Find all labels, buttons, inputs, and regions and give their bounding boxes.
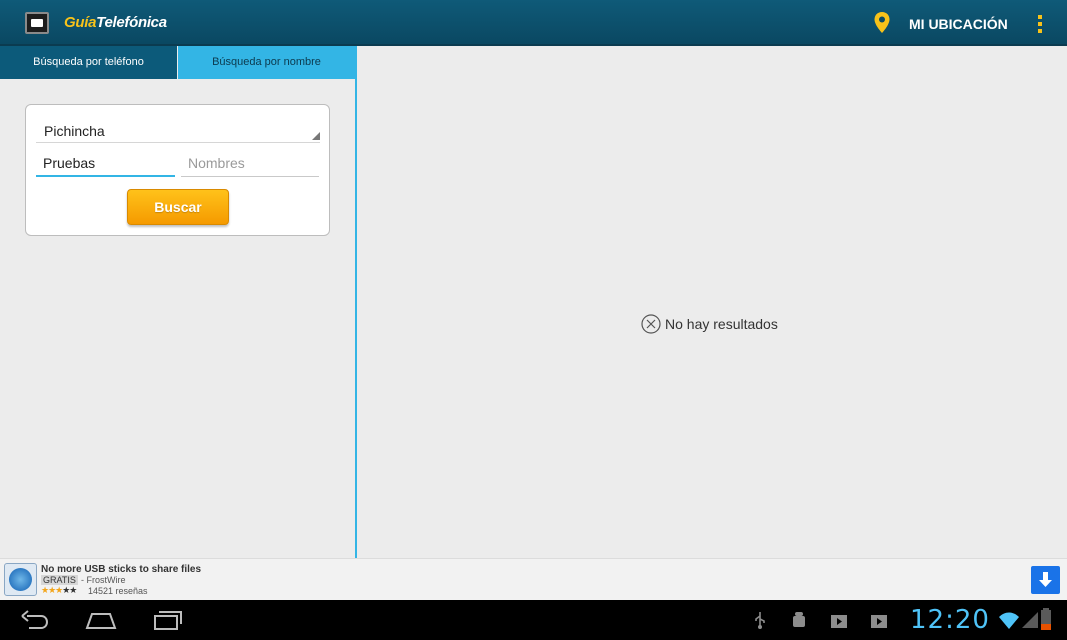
tab-search-by-phone[interactable]: Búsqueda por teléfono <box>0 46 177 79</box>
search-form-card: Pichincha Buscar <box>25 104 330 236</box>
app-title-part1: Guía <box>64 14 97 31</box>
names-field-wrapper <box>181 149 319 177</box>
frostwire-logo-icon[interactable] <box>4 563 37 596</box>
ad-advertiser: - FrostWire <box>81 575 126 585</box>
surname-field-wrapper <box>36 149 175 177</box>
ad-rating-stars: ★★★★★ <box>41 585 77 596</box>
search-button[interactable]: Buscar <box>127 189 229 225</box>
province-value: Pichincha <box>44 123 105 139</box>
ad-banner[interactable]: No more USB sticks to share files GRATIS… <box>0 558 1067 600</box>
location-pin-icon[interactable] <box>873 11 891 35</box>
search-panel: Búsqueda por teléfono Búsqueda por nombr… <box>0 46 357 558</box>
home-icon[interactable] <box>84 608 118 632</box>
ad-price-badge: GRATIS <box>41 575 78 585</box>
battery-low-icon <box>1041 608 1051 630</box>
surname-input[interactable] <box>36 149 175 175</box>
system-nav-bar: 12:20 <box>0 600 1067 640</box>
close-circle-icon <box>641 314 661 334</box>
names-input[interactable] <box>181 149 319 175</box>
overflow-menu-icon[interactable] <box>1034 13 1046 35</box>
ad-download-button[interactable] <box>1031 566 1060 594</box>
status-clock: 12:20 <box>910 605 990 635</box>
search-tabs: Búsqueda por teléfono Búsqueda por nombr… <box>0 46 355 79</box>
phone-book-icon[interactable] <box>25 12 49 34</box>
app-title: GuíaTelefónica <box>64 14 167 31</box>
rating-stars-filled: ★★★ <box>41 585 63 595</box>
store-update-icon <box>871 615 887 628</box>
ad-title: No more USB sticks to share files <box>41 564 202 575</box>
ad-review-count: 14521 reseñas <box>88 586 148 596</box>
usb-icon <box>755 612 765 629</box>
rating-stars-empty: ★★ <box>62 585 77 595</box>
app-title-part2: Telefónica <box>96 14 167 31</box>
recent-apps-icon[interactable] <box>151 608 185 632</box>
my-location-button[interactable]: MI UBICACIÓN <box>909 16 1008 32</box>
wifi-icon <box>999 612 1019 629</box>
empty-results: No hay resultados <box>641 314 778 334</box>
signal-icon <box>1022 612 1038 628</box>
empty-results-message: No hay resultados <box>665 316 778 332</box>
play-store-icon <box>831 615 847 628</box>
action-bar: GuíaTelefónica MI UBICACIÓN <box>0 0 1067 46</box>
results-panel: No hay resultados <box>357 46 1067 558</box>
province-select[interactable]: Pichincha <box>36 115 320 143</box>
tab-search-by-name[interactable]: Búsqueda por nombre <box>178 46 355 79</box>
dropdown-arrow-icon <box>312 132 320 140</box>
download-arrow-icon <box>1039 572 1052 587</box>
android-debug-icon <box>793 612 805 627</box>
back-icon[interactable] <box>17 608 51 632</box>
